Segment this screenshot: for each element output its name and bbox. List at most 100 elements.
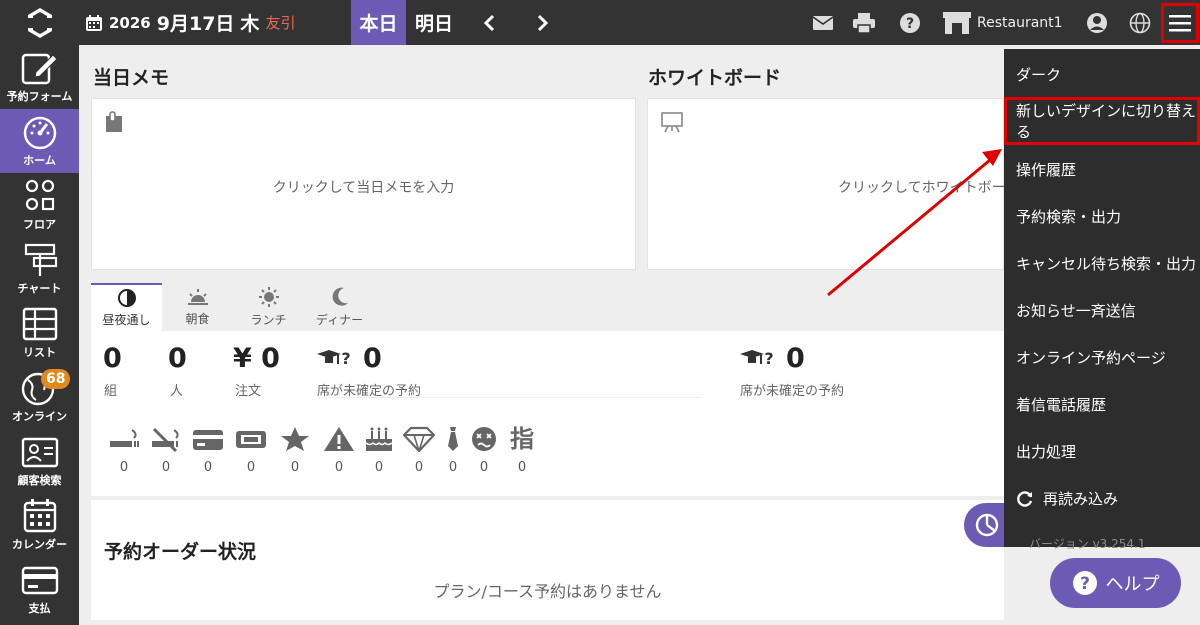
menu-item-operation-history[interactable]: 操作履歴 <box>1004 146 1200 193</box>
refresh-icon <box>1017 490 1033 507</box>
globe-icon <box>1129 12 1151 33</box>
warning-icon <box>324 427 354 451</box>
diamond-icon <box>403 426 435 452</box>
hamburger-menu-button[interactable] <box>1161 3 1199 43</box>
sidebar: 予約フォーム ホーム フロア チャート リスト 68 オンライン 顧客検索 カレ… <box>0 45 79 625</box>
sidebar-item-calendar[interactable]: カレンダー <box>0 493 79 557</box>
ticket-counter: 0 <box>231 426 271 475</box>
counter-value: 0 <box>334 460 344 475</box>
edit-icon <box>21 53 58 85</box>
menu-item-label: 再読み込み <box>1043 490 1119 508</box>
sidebar-item-floor[interactable]: フロア <box>0 173 79 237</box>
orders-amount: ¥ 0 <box>233 343 280 374</box>
restaurant-selector[interactable]: Restaurant1 <box>943 0 1063 45</box>
counter-value: 0 <box>119 460 129 475</box>
smoking-counter: 0 <box>104 426 144 475</box>
sidebar-item-chart[interactable]: チャート <box>0 237 79 301</box>
memo-card[interactable]: クリックして当日メモを入力 <box>91 98 636 270</box>
half-moon-icon <box>117 288 136 307</box>
counter-value: 0 <box>517 460 527 475</box>
unassigned-seat-icon: ? <box>317 349 351 368</box>
svg-text:?: ? <box>906 16 914 32</box>
meal-period-tabs: 昼夜通し 朝食 ランチ ディナー <box>91 283 375 331</box>
sidebar-item-list[interactable]: リスト <box>0 301 79 365</box>
no-smoking-icon <box>152 427 179 452</box>
sidebar-item-online[interactable]: 68 オンライン <box>0 365 79 429</box>
menu-item-waitlist-search[interactable]: キャンセル待ち検索・出力 <box>1004 240 1200 287</box>
menu-item-call-history[interactable]: 着信電話履歴 <box>1004 381 1200 428</box>
date-display[interactable]: 2026 9月17日 木 友引 <box>85 0 295 45</box>
tab-breakfast[interactable]: 朝食 <box>162 283 233 331</box>
card-icon <box>21 566 58 595</box>
sidebar-item-label: カレンダー <box>12 538 67 551</box>
divider <box>317 397 702 398</box>
counter-value: 0 <box>374 460 384 475</box>
counter-value: 0 <box>290 460 300 475</box>
sidebar-item-label: フロア <box>23 218 56 231</box>
online-count-badge: 68 <box>41 369 71 389</box>
stats-panel: 0 組 0 人 ¥ 0 注文 ? 0 席が未確定の予約 ? 0 席が未確定の予約… <box>91 331 1004 496</box>
sidebar-item-customer-search[interactable]: 顧客検索 <box>0 429 79 493</box>
sidebar-item-home[interactable]: ホーム <box>0 109 79 173</box>
print-button[interactable] <box>851 0 877 45</box>
date-year: 2026 <box>109 13 151 32</box>
menu-item-export[interactable]: 出力処理 <box>1004 428 1200 475</box>
next-day-button[interactable] <box>528 0 558 45</box>
menu-item-reservation-search[interactable]: 予約検索・出力 <box>1004 193 1200 240</box>
tab-label: 昼夜通し <box>102 312 151 327</box>
dizzy-face-icon <box>472 427 496 451</box>
tab-label: 朝食 <box>185 311 210 326</box>
help-circle-button[interactable]: ? <box>897 0 923 45</box>
tab-lunch[interactable]: ランチ <box>233 283 304 331</box>
restaurant-name: Restaurant1 <box>977 14 1063 31</box>
sidebar-item-payment[interactable]: 支払 <box>0 557 79 621</box>
top-bar: 2026 9月17日 木 友引 本日 明日 ? Restaurant1 <box>0 0 1200 45</box>
counter-value: 0 <box>448 460 458 475</box>
svg-text:?: ? <box>764 349 773 368</box>
counter-value: 0 <box>414 460 424 475</box>
counter-value: 0 <box>161 460 171 475</box>
whiteboard-title: ホワイトボード <box>648 67 782 89</box>
groups-count: 0 <box>103 343 122 374</box>
prev-day-button[interactable] <box>474 0 504 45</box>
tab-label: ディナー <box>315 312 364 327</box>
shimei-icon: 指 <box>510 425 534 453</box>
easel-icon <box>661 112 683 133</box>
calendar-icon <box>86 14 102 31</box>
tab-dinner[interactable]: ディナー <box>304 283 375 331</box>
sidebar-item-label: 予約フォーム <box>6 90 73 103</box>
whiteboard-card[interactable]: クリックしてホワイトボードを <box>647 98 1034 270</box>
mail-button[interactable] <box>811 0 835 45</box>
language-button[interactable] <box>1127 0 1153 45</box>
menu-item-online-page[interactable]: オンライン予約ページ <box>1004 334 1200 381</box>
groups-label: 組 <box>104 384 118 399</box>
people-label: 人 <box>170 384 184 399</box>
sidebar-item-label: 顧客検索 <box>17 474 62 487</box>
no-smoking-counter: 0 <box>146 426 186 475</box>
menu-item-dark[interactable]: ダーク <box>1004 51 1200 98</box>
star-icon <box>281 427 309 451</box>
sidebar-item-label: 支払 <box>28 602 51 615</box>
moon-icon <box>332 287 348 306</box>
menu-item-new-design[interactable]: 新しいデザインに切り替える <box>1004 97 1200 145</box>
smoking-icon <box>110 429 139 447</box>
help-button[interactable]: ? ヘルプ <box>1050 558 1181 608</box>
svg-text:?: ? <box>341 349 350 368</box>
sidebar-item-reservation-form[interactable]: 予約フォーム <box>0 45 79 109</box>
svg-text:?: ? <box>1080 574 1090 594</box>
unassigned-count: 0 <box>363 343 382 374</box>
app-logo[interactable] <box>0 0 79 45</box>
menu-item-reload[interactable]: 再読み込み <box>1004 475 1200 522</box>
menu-item-broadcast[interactable]: お知らせ一斉送信 <box>1004 287 1200 334</box>
chart-icon <box>24 243 57 276</box>
today-button[interactable]: 本日 <box>351 0 406 45</box>
tomorrow-button[interactable]: 明日 <box>406 0 462 45</box>
printer-icon <box>853 12 875 33</box>
user-circle-icon <box>1087 12 1107 33</box>
account-button[interactable] <box>1084 0 1110 45</box>
tab-all-day[interactable]: 昼夜通し <box>91 283 162 331</box>
date-weekday: 木 <box>240 13 260 35</box>
sidebar-item-label: リスト <box>23 346 56 359</box>
credit-card-icon <box>193 430 223 450</box>
memo-title: 当日メモ <box>93 67 170 89</box>
